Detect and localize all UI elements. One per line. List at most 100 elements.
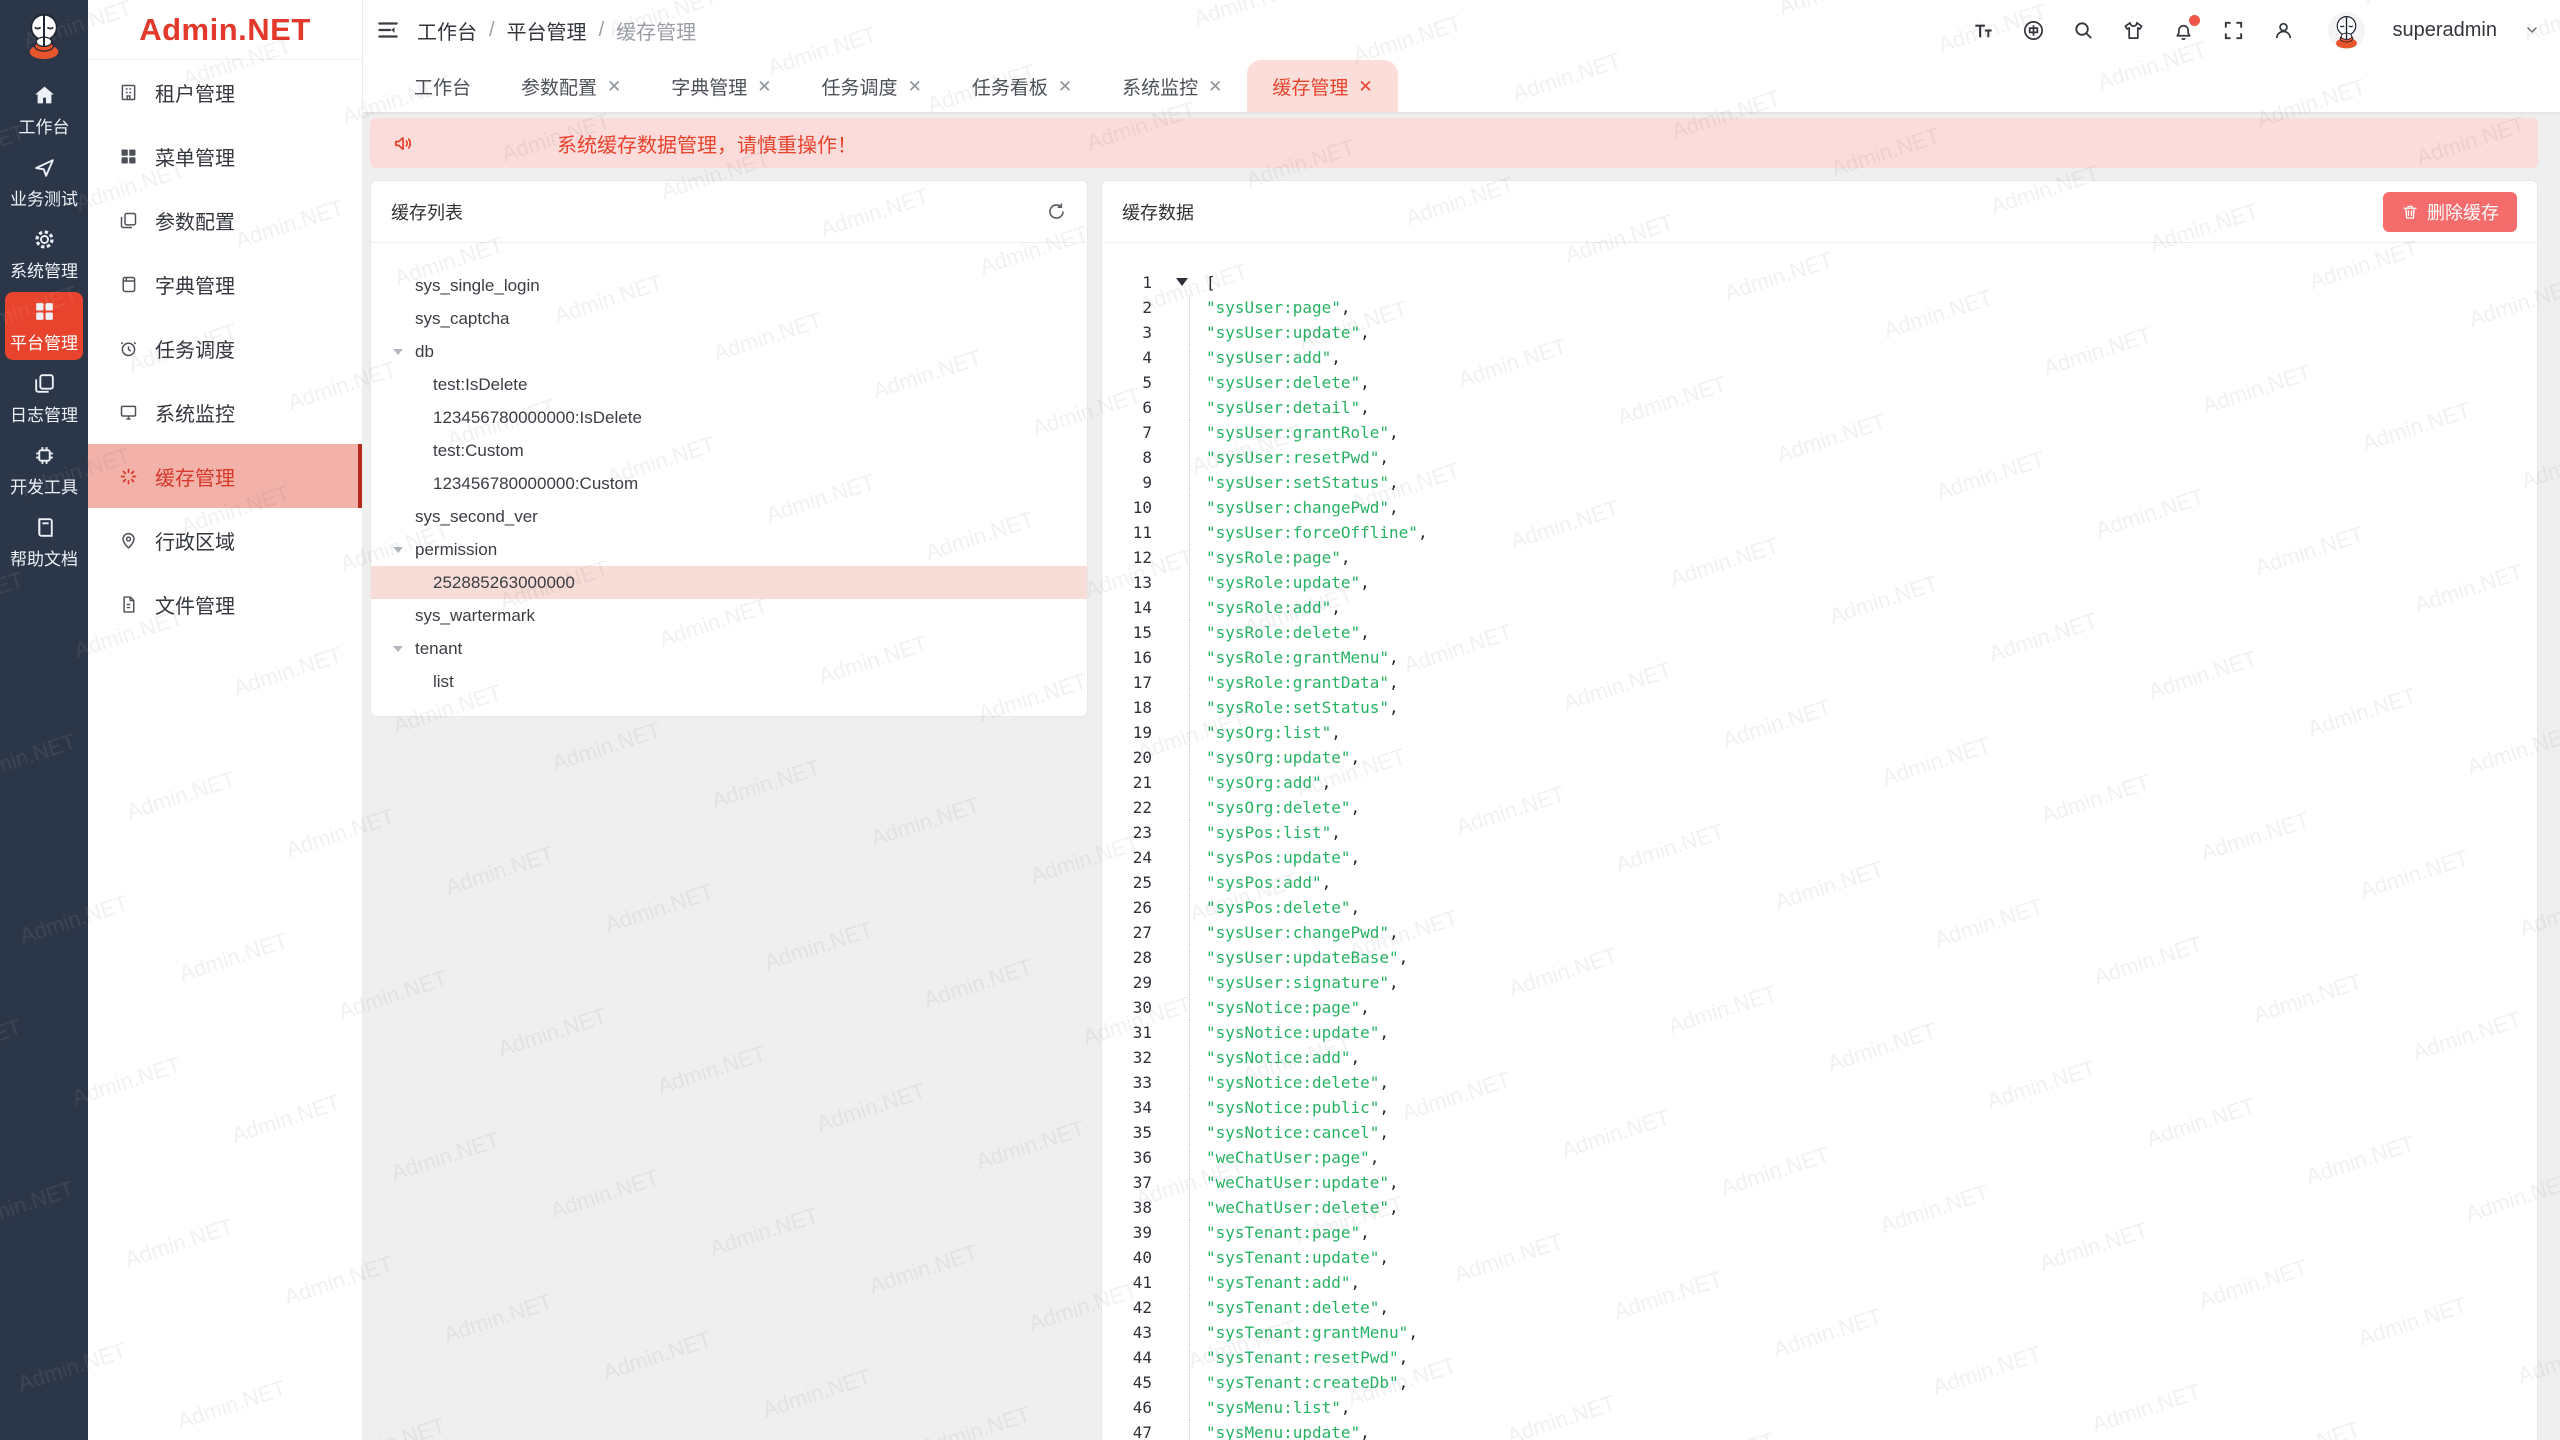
caret-down-icon[interactable] xyxy=(393,349,403,360)
delete-cache-button[interactable]: 删除缓存 xyxy=(2383,192,2517,232)
sidebar-item-label: 字典管理 xyxy=(155,270,235,299)
tree-node[interactable]: 252885263000000 xyxy=(371,566,1087,599)
indent-guide xyxy=(1152,395,1206,420)
indent-guide xyxy=(1152,670,1206,695)
code-line: 37 "weChatUser:update" , xyxy=(1102,1170,2537,1195)
tree-node[interactable]: permission xyxy=(371,533,1087,566)
indent-guide xyxy=(1152,970,1206,995)
permission-string: weChatUser:delete xyxy=(1216,1198,1380,1217)
sidebar-item-dict-mgmt[interactable]: 字典管理 xyxy=(88,252,362,316)
tab-close-icon[interactable]: ✕ xyxy=(1208,78,1222,95)
tab[interactable]: 字典管理 ✕ xyxy=(646,60,796,112)
tree-node[interactable]: test:IsDelete xyxy=(371,368,1087,401)
tab[interactable]: 任务调度 ✕ xyxy=(797,60,947,112)
tab-close-icon[interactable]: ✕ xyxy=(1358,78,1372,95)
permission-string: sysOrg:update xyxy=(1216,748,1341,767)
sidebar-item-file-mgmt[interactable]: 文件管理 xyxy=(88,572,362,636)
tab[interactable]: 任务看板 ✕ xyxy=(947,60,1097,112)
tab-close-icon[interactable]: ✕ xyxy=(757,78,771,95)
profile-icon[interactable] xyxy=(2272,19,2295,42)
bell-icon[interactable] xyxy=(2172,19,2195,42)
app-logo-mascot[interactable] xyxy=(17,8,71,62)
sidebar-item-admin-region[interactable]: 行政区域 xyxy=(88,508,362,572)
tab[interactable]: 系统监控 ✕ xyxy=(1097,60,1247,112)
tree-node[interactable]: test:Custom xyxy=(371,434,1087,467)
sidebar-item-tenant-mgmt[interactable]: 租户管理 xyxy=(88,60,362,124)
collapse-menu-icon[interactable] xyxy=(375,17,401,43)
tab[interactable]: 缓存管理 ✕ xyxy=(1247,60,1397,112)
permission-string: sysNotice:page xyxy=(1216,998,1351,1017)
rail-item-help-docs[interactable]: 帮助文档 xyxy=(5,508,83,576)
indent-guide xyxy=(1152,495,1206,520)
rail-item-label: 平台管理 xyxy=(10,329,78,354)
indent-guide xyxy=(1152,945,1206,970)
refresh-icon[interactable] xyxy=(1046,201,1067,222)
breadcrumb-item[interactable]: 平台管理 xyxy=(507,16,587,45)
line-number: 43 xyxy=(1102,1320,1152,1345)
rail-item-dev-tools[interactable]: 开发工具 xyxy=(5,436,83,504)
tree-node-label: sys_captcha xyxy=(415,309,510,329)
tree-node[interactable]: 123456780000000:IsDelete xyxy=(371,401,1087,434)
code-line: 14 "sysRole:add" , xyxy=(1102,595,2537,620)
breadcrumb-item[interactable]: 缓存管理 xyxy=(616,16,696,45)
search-icon[interactable] xyxy=(2072,19,2095,42)
rail-item-platform-mgmt[interactable]: 平台管理 xyxy=(5,292,83,360)
rail-item-log-mgmt[interactable]: 日志管理 xyxy=(5,364,83,432)
tab-close-icon[interactable]: ✕ xyxy=(908,78,922,95)
permission-string: weChatUser:update xyxy=(1216,1173,1380,1192)
sidebar-item-cache-mgmt[interactable]: 缓存管理 xyxy=(88,444,362,508)
permission-string: sysRole:add xyxy=(1216,598,1322,617)
tree-node[interactable]: db xyxy=(371,335,1087,368)
indent-guide xyxy=(1152,1120,1206,1145)
username[interactable]: superadmin xyxy=(2392,19,2497,42)
tree-node[interactable]: tenant xyxy=(371,632,1087,665)
tree-node[interactable]: 123456780000000:Custom xyxy=(371,467,1087,500)
fold-caret-icon[interactable] xyxy=(1176,278,1188,292)
tab-close-icon[interactable]: ✕ xyxy=(607,78,621,95)
rail-item-system-mgmt[interactable]: 系统管理 xyxy=(5,220,83,288)
rail-item-business-test[interactable]: 业务测试 xyxy=(5,148,83,216)
font-size-icon[interactable] xyxy=(1972,19,1995,42)
caret-down-icon[interactable] xyxy=(393,646,403,657)
tree-node[interactable]: sys_captcha xyxy=(371,302,1087,335)
cache-warning-alert: 系统缓存数据管理，请慎重操作！ xyxy=(370,118,2538,168)
sidebar-item-menu-mgmt[interactable]: 菜单管理 xyxy=(88,124,362,188)
code-line: 4 "sysUser:add" , xyxy=(1102,345,2537,370)
permission-string: sysUser:update xyxy=(1216,323,1351,342)
tree-node[interactable]: list xyxy=(371,665,1087,698)
chevron-down-icon[interactable] xyxy=(2524,22,2540,38)
line-number: 45 xyxy=(1102,1370,1152,1395)
code-line: 30 "sysNotice:page" , xyxy=(1102,995,2537,1020)
line-number: 10 xyxy=(1102,495,1152,520)
fullscreen-icon[interactable] xyxy=(2222,19,2245,42)
rail-item-workbench[interactable]: 工作台 xyxy=(5,76,83,144)
permission-string: sysPos:delete xyxy=(1216,898,1341,917)
tree-node[interactable]: sys_wartermark xyxy=(371,599,1087,632)
document-icon xyxy=(118,594,139,615)
tree-node[interactable]: sys_second_ver xyxy=(371,500,1087,533)
tab-close-icon[interactable]: ✕ xyxy=(1058,78,1072,95)
indent-guide xyxy=(1152,545,1206,570)
tab[interactable]: 工作台 xyxy=(389,60,496,112)
top-header: 工作台 / 平台管理 / 缓存管理 xyxy=(363,0,2560,60)
permission-string: sysRole:update xyxy=(1216,573,1351,592)
theme-icon[interactable] xyxy=(2122,19,2145,42)
sidebar-item-label: 参数配置 xyxy=(155,206,235,235)
indent-guide xyxy=(1152,1245,1206,1270)
line-number: 28 xyxy=(1102,945,1152,970)
sidebar-item-param-config[interactable]: 参数配置 xyxy=(88,188,362,252)
breadcrumb-item[interactable]: 工作台 xyxy=(417,16,477,45)
copy-docs-icon xyxy=(32,371,57,396)
line-number: 7 xyxy=(1102,420,1152,445)
sidebar-item-system-monitor[interactable]: 系统监控 xyxy=(88,380,362,444)
tab[interactable]: 参数配置 ✕ xyxy=(496,60,646,112)
language-icon[interactable] xyxy=(2022,19,2045,42)
sidebar-item-task-scheduler[interactable]: 任务调度 xyxy=(88,316,362,380)
tree-node[interactable]: sys_single_login xyxy=(371,269,1087,302)
book-icon xyxy=(32,515,57,540)
monitor-icon xyxy=(118,402,139,423)
caret-down-icon[interactable] xyxy=(393,547,403,558)
indent-guide xyxy=(1152,370,1206,395)
code-line: 20 "sysOrg:update" , xyxy=(1102,745,2537,770)
user-avatar[interactable] xyxy=(2328,12,2365,49)
